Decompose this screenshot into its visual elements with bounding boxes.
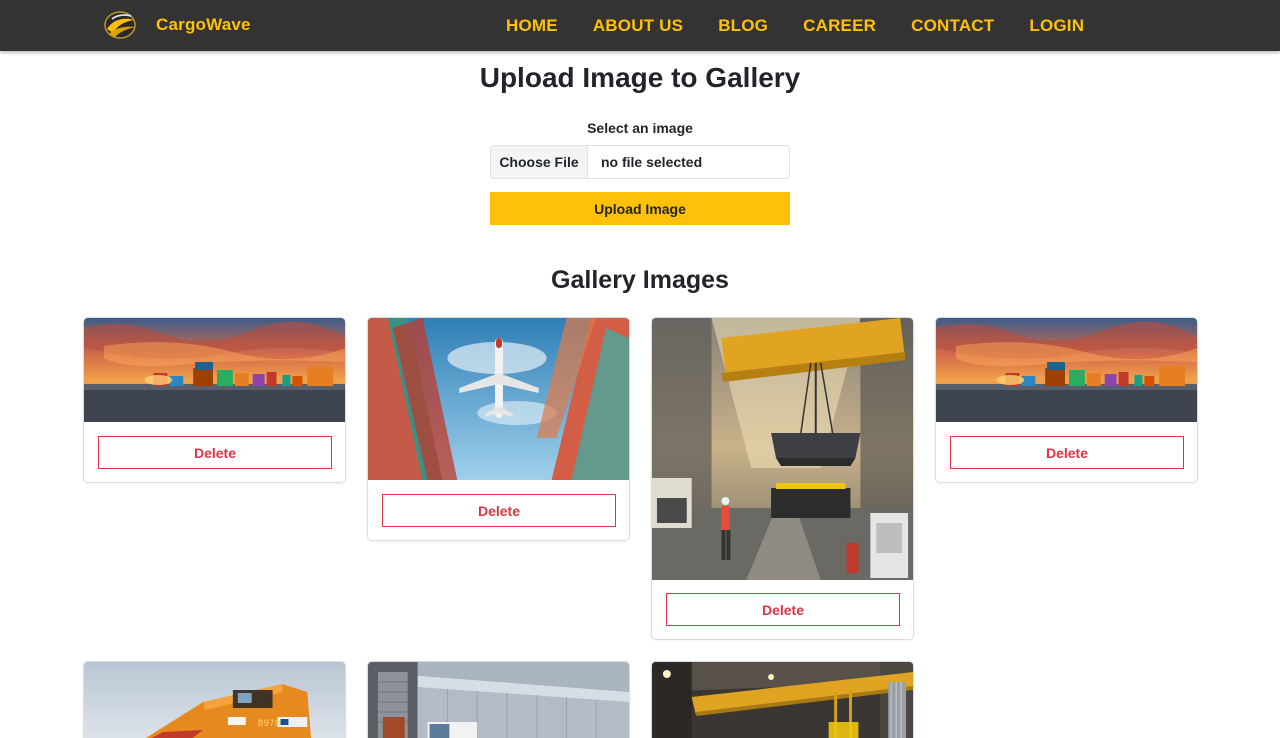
nav-home[interactable]: HOME <box>506 16 558 36</box>
gallery-card: Delete <box>651 317 914 640</box>
file-input[interactable]: Choose File no file selected <box>490 145 790 179</box>
gallery-card: Delete <box>935 317 1198 483</box>
nav-about-us[interactable]: ABOUT US <box>593 16 683 36</box>
nav-login[interactable]: LOGIN <box>1029 16 1084 36</box>
gallery-image-container-yard <box>84 318 345 422</box>
navbar: CargoWave HOME ABOUT US BLOG CAREER CONT… <box>0 0 1280 51</box>
upload-image-button[interactable]: Upload Image <box>490 192 790 225</box>
gallery-image-airplane-containers <box>368 318 629 480</box>
gallery-image-warehouse-crane <box>652 318 913 580</box>
gallery-title: Gallery Images <box>551 266 729 294</box>
gallery-card: Delete <box>83 317 346 483</box>
gallery-card: Delete <box>367 317 630 541</box>
nav-blog[interactable]: BLOG <box>718 16 768 36</box>
gallery-image-loading-dock <box>368 662 629 738</box>
gallery-image-locomotive: 8970 <box>84 662 345 738</box>
gallery-image-container-yard <box>936 318 1197 422</box>
main-nav: HOME ABOUT US BLOG CAREER CONTACT LOGIN <box>506 0 1084 51</box>
brand-name: CargoWave <box>156 15 251 34</box>
nav-career[interactable]: CAREER <box>803 16 876 36</box>
gallery-card: 8970 <box>83 661 346 738</box>
file-status-text: no file selected <box>601 154 703 170</box>
wave-swoosh-logo-icon <box>104 11 136 39</box>
gallery-card <box>367 661 630 738</box>
choose-file-button[interactable]: Choose File <box>491 146 588 178</box>
delete-button[interactable]: Delete <box>666 593 900 626</box>
page-title: Upload Image to Gallery <box>479 62 801 93</box>
delete-button[interactable]: Delete <box>382 494 616 527</box>
gallery-card <box>651 661 914 738</box>
select-image-label: Select an image <box>587 120 693 136</box>
nav-contact[interactable]: CONTACT <box>911 16 994 36</box>
gallery-image-industrial-crane <box>652 662 913 738</box>
brand-link[interactable]: CargoWave <box>103 9 251 41</box>
delete-button[interactable]: Delete <box>950 436 1184 469</box>
locomotive-number-text: 8970 <box>258 719 281 729</box>
delete-button[interactable]: Delete <box>98 436 332 469</box>
